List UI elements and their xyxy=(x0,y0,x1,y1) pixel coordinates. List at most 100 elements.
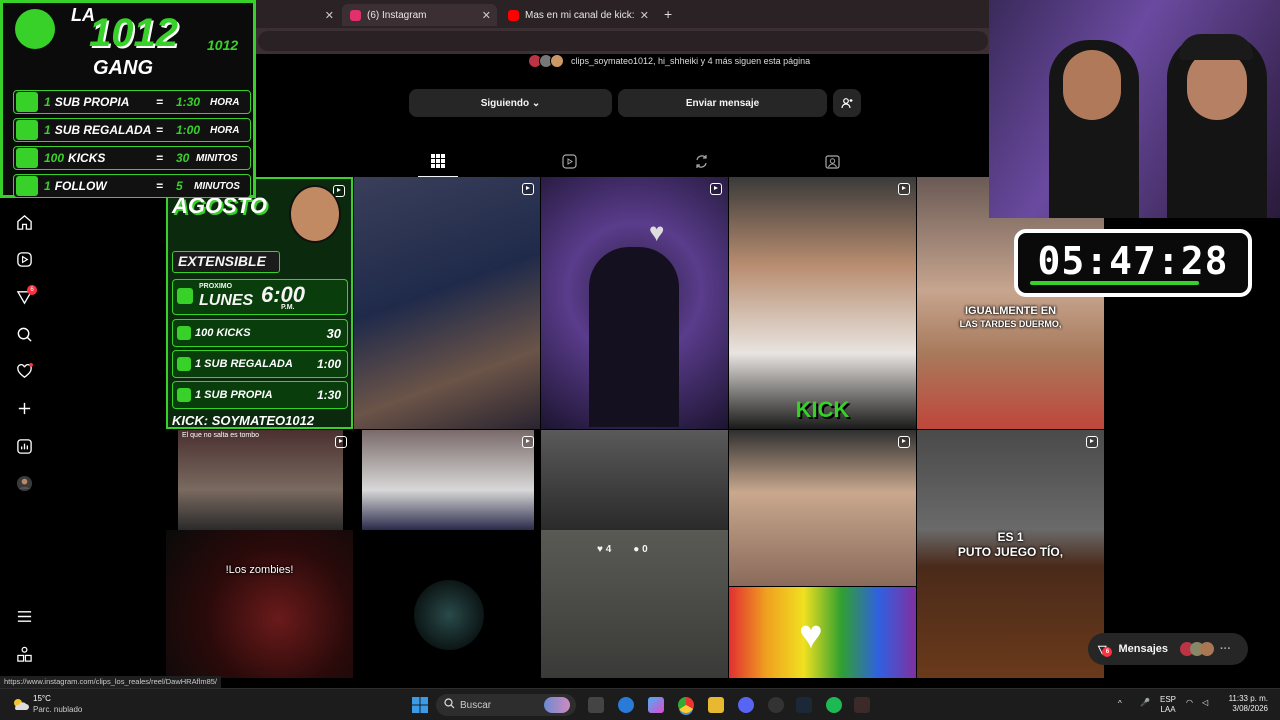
send-message-button[interactable]: Enviar mensaje xyxy=(618,89,827,117)
taskbar-search[interactable]: Buscar xyxy=(436,694,576,716)
weather-icon[interactable] xyxy=(10,695,30,715)
dashboard-icon[interactable] xyxy=(14,436,34,456)
messenger-icon[interactable]: 6 xyxy=(14,285,37,307)
poster-next-stream: PROXIMO LUNES 6:00 P.M. xyxy=(172,279,348,315)
instagram-sidebar: 6 xyxy=(0,198,48,676)
chrome-icon[interactable] xyxy=(678,697,694,713)
followed-by[interactable]: clips_soymateo1012, hi_shheiki y 4 más s… xyxy=(528,54,810,68)
close-tab-icon[interactable]: ✕ xyxy=(482,9,491,22)
clock[interactable]: 11:33 p. m. 3/08/2026 xyxy=(1220,694,1268,714)
profile-header: clips_soymateo1012, hi_shheiki y 4 más s… xyxy=(256,54,990,178)
status-url: https://www.instagram.com/clips_los_real… xyxy=(0,676,221,688)
wifi-icon[interactable]: ◠ xyxy=(1186,698,1193,708)
post-thumbnail[interactable]: El que no salta es tombo !Los zombies! xyxy=(166,430,353,678)
grid-icon xyxy=(431,154,445,168)
tab-youtube[interactable]: Mas en mi canal de kick: Elchel ✕ xyxy=(500,4,655,26)
search-icon[interactable] xyxy=(14,324,34,344)
file-explorer-icon[interactable] xyxy=(708,697,724,713)
tab-instagram[interactable]: (6) Instagram ✕ xyxy=(342,4,497,26)
post-thumbnail[interactable]: ♥ xyxy=(541,177,728,429)
volume-icon[interactable]: ◁ xyxy=(1202,698,1208,708)
home-icon[interactable] xyxy=(14,212,34,232)
profile-avatar-icon[interactable] xyxy=(14,473,34,493)
hover-stats: ♥ 4 ● 0 xyxy=(597,544,648,555)
webcam-feed xyxy=(989,0,1280,218)
timer-value: 05:47:28 xyxy=(1037,239,1229,283)
tab-reposts[interactable] xyxy=(691,152,711,170)
youtube-favicon-icon xyxy=(508,9,519,21)
post-thumbnail[interactable]: ♥ 4 ● 0 xyxy=(541,430,728,678)
schedule-poster-post[interactable]: AGOSTO EXTENSIBLE PROXIMO LUNES 6:00 P.M… xyxy=(166,177,353,429)
avatar xyxy=(550,54,564,68)
tagged-icon xyxy=(824,154,840,169)
poster-footer: KICK: SOYMATEO1012 xyxy=(172,413,315,428)
crown-icon xyxy=(16,92,38,112)
tab-posts[interactable] xyxy=(428,152,448,170)
edge-icon[interactable] xyxy=(618,697,634,713)
reel-icon xyxy=(898,436,910,448)
gang-row: 1 FOLLOW = 5 MINUTOS xyxy=(13,174,251,198)
gift-icon xyxy=(177,357,191,371)
create-icon[interactable] xyxy=(14,398,34,418)
message-avatars xyxy=(1180,642,1214,656)
search-highlight-icon xyxy=(544,697,570,713)
reel-icon xyxy=(1086,436,1098,448)
close-tab-icon[interactable]: ✕ xyxy=(640,9,649,22)
windows-start-icon[interactable] xyxy=(412,697,428,713)
stream-timer: 05:47:28 xyxy=(1014,229,1252,297)
reel-icon xyxy=(522,183,534,195)
smiley-logo-icon xyxy=(15,9,55,49)
reels-icon[interactable] xyxy=(14,249,34,269)
post-thumbnail[interactable] xyxy=(729,430,916,586)
tab-previous[interactable]: ✕ xyxy=(256,4,340,26)
steam-icon[interactable] xyxy=(796,697,812,713)
task-view-icon[interactable] xyxy=(588,697,604,713)
post-thumbnail[interactable] xyxy=(354,177,540,429)
comment-icon: ● xyxy=(633,544,640,555)
more-apps-icon[interactable] xyxy=(14,644,34,664)
chevron-up-icon[interactable]: ^ xyxy=(1118,699,1122,709)
gang-row: 1 SUB REGALADA = 1:00 HORA xyxy=(13,118,251,142)
messenger-icon: ▽6 xyxy=(1098,643,1113,657)
post-thumbnail[interactable]: ES 1 PUTO JUEGO TÍO, xyxy=(917,430,1104,678)
messages-button[interactable]: ▽6 Mensajes ··· xyxy=(1088,633,1248,665)
gang-row: 1 SUB PROPIA = 1:30 HORA xyxy=(13,90,251,114)
reel-icon xyxy=(335,436,347,448)
tab-tagged[interactable] xyxy=(822,152,842,170)
gift-icon xyxy=(16,120,38,140)
new-tab-button[interactable]: + xyxy=(664,6,672,22)
post-thumbnail[interactable] xyxy=(354,430,540,678)
reel-icon xyxy=(522,436,534,448)
post-thumbnail[interactable]: ♥ xyxy=(729,587,916,678)
broken-heart-icon: ♥ xyxy=(649,217,665,247)
microphone-icon[interactable]: 🎤 xyxy=(1140,698,1150,708)
heart-icon: ♥ xyxy=(597,544,603,555)
post-thumbnail[interactable]: KICK xyxy=(729,177,916,429)
following-button[interactable]: Siguiendo ⌄ xyxy=(409,89,612,117)
poster-row: 1 SUB PROPIA 1:30 xyxy=(172,381,348,409)
suggested-users-button[interactable] xyxy=(833,89,861,117)
cartoon-avatar-icon xyxy=(289,185,341,243)
language-indicator[interactable]: ESP LAA xyxy=(1160,695,1176,715)
reel-icon xyxy=(710,183,722,195)
heart-icon[interactable] xyxy=(14,361,34,381)
url-field[interactable] xyxy=(258,31,988,51)
app-icon[interactable] xyxy=(854,697,870,713)
obs-icon[interactable] xyxy=(768,697,784,713)
notification-badge: 6 xyxy=(27,285,37,295)
chevron-down-icon: ⌄ xyxy=(531,97,541,109)
reel-icon xyxy=(898,183,910,195)
close-tab-icon[interactable]: ✕ xyxy=(325,9,334,22)
poster-extensible: EXTENSIBLE xyxy=(172,251,280,273)
menu-icon[interactable] xyxy=(14,606,34,626)
poster-row: 1 SUB REGALADA 1:00 xyxy=(172,350,348,378)
tab-reels[interactable] xyxy=(559,152,579,170)
windows-taskbar: 15°C Parc. nublado Buscar ^ 🎤 ESP LAA ◠ ◁… xyxy=(0,688,1280,720)
spotify-icon[interactable] xyxy=(826,697,842,713)
heart-icon: ♥ xyxy=(799,613,823,657)
reels-icon xyxy=(561,153,577,169)
discord-icon[interactable] xyxy=(738,697,754,713)
timer-progress-bar xyxy=(1030,281,1199,285)
copilot-icon[interactable] xyxy=(648,697,664,713)
tab-label: Mas en mi canal de kick: Elchel xyxy=(525,9,637,21)
